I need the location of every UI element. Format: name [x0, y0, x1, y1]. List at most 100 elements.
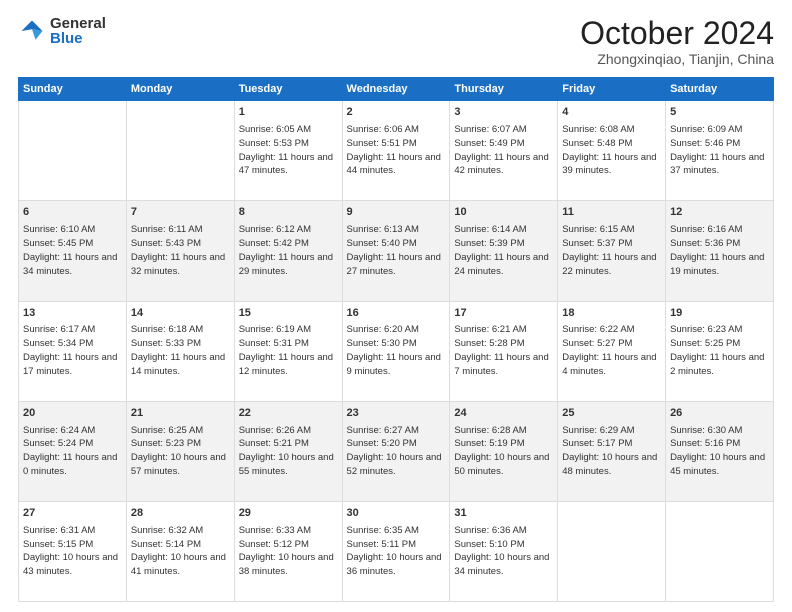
logo-general: General [50, 16, 106, 31]
day-number: 16 [347, 306, 446, 322]
day-info: Daylight: 11 hours and 44 minutes. [347, 151, 446, 179]
day-info: Sunrise: 6:23 AM [670, 323, 769, 337]
day-info: Sunset: 5:49 PM [454, 137, 553, 151]
calendar-cell: 8Sunrise: 6:12 AMSunset: 5:42 PMDaylight… [234, 201, 342, 301]
calendar-cell: 3Sunrise: 6:07 AMSunset: 5:49 PMDaylight… [450, 101, 558, 201]
day-info: Sunset: 5:34 PM [23, 337, 122, 351]
day-number: 30 [347, 506, 446, 522]
logo: General Blue [18, 16, 106, 46]
day-number: 17 [454, 306, 553, 322]
calendar-cell: 21Sunrise: 6:25 AMSunset: 5:23 PMDayligh… [126, 401, 234, 501]
calendar-cell: 19Sunrise: 6:23 AMSunset: 5:25 PMDayligh… [666, 301, 774, 401]
day-number: 8 [239, 205, 338, 221]
day-info: Sunrise: 6:30 AM [670, 424, 769, 438]
day-info: Sunset: 5:42 PM [239, 237, 338, 251]
day-info: Sunrise: 6:10 AM [23, 223, 122, 237]
calendar-table: SundayMondayTuesdayWednesdayThursdayFrid… [18, 77, 774, 602]
day-info: Sunset: 5:36 PM [670, 237, 769, 251]
day-number: 1 [239, 105, 338, 121]
day-info: Sunrise: 6:36 AM [454, 524, 553, 538]
day-info: Sunrise: 6:20 AM [347, 323, 446, 337]
weekday-header-sunday: Sunday [19, 78, 127, 101]
day-info: Sunset: 5:10 PM [454, 538, 553, 552]
day-info: Sunrise: 6:15 AM [562, 223, 661, 237]
page: General Blue October 2024 Zhongxinqiao, … [0, 0, 792, 612]
calendar-cell: 22Sunrise: 6:26 AMSunset: 5:21 PMDayligh… [234, 401, 342, 501]
week-row-3: 20Sunrise: 6:24 AMSunset: 5:24 PMDayligh… [19, 401, 774, 501]
day-number: 2 [347, 105, 446, 121]
calendar-cell: 2Sunrise: 6:06 AMSunset: 5:51 PMDaylight… [342, 101, 450, 201]
day-number: 12 [670, 205, 769, 221]
day-info: Sunset: 5:27 PM [562, 337, 661, 351]
day-info: Sunset: 5:16 PM [670, 437, 769, 451]
day-info: Daylight: 11 hours and 0 minutes. [23, 451, 122, 479]
day-info: Sunset: 5:14 PM [131, 538, 230, 552]
day-info: Sunrise: 6:26 AM [239, 424, 338, 438]
calendar-cell [666, 501, 774, 601]
day-number: 22 [239, 406, 338, 422]
day-info: Daylight: 10 hours and 41 minutes. [131, 551, 230, 579]
day-info: Sunrise: 6:08 AM [562, 123, 661, 137]
day-info: Daylight: 11 hours and 12 minutes. [239, 351, 338, 379]
day-info: Daylight: 11 hours and 39 minutes. [562, 151, 661, 179]
day-info: Sunrise: 6:19 AM [239, 323, 338, 337]
day-info: Sunrise: 6:18 AM [131, 323, 230, 337]
day-number: 7 [131, 205, 230, 221]
day-info: Daylight: 10 hours and 57 minutes. [131, 451, 230, 479]
day-number: 13 [23, 306, 122, 322]
weekday-header-saturday: Saturday [666, 78, 774, 101]
calendar-header: SundayMondayTuesdayWednesdayThursdayFrid… [19, 78, 774, 101]
day-info: Sunrise: 6:21 AM [454, 323, 553, 337]
day-number: 27 [23, 506, 122, 522]
day-info: Daylight: 10 hours and 38 minutes. [239, 551, 338, 579]
calendar-cell: 28 Sunrise: 6:32 AMSunset: 5:14 PMDayligh… [126, 501, 234, 601]
day-info: Sunrise: 6:29 AM [562, 424, 661, 438]
calendar-cell: 18Sunrise: 6:22 AMSunset: 5:27 PMDayligh… [558, 301, 666, 401]
day-info: Sunset: 5:24 PM [23, 437, 122, 451]
day-number: 15 [239, 306, 338, 322]
day-info: Daylight: 11 hours and 47 minutes. [239, 151, 338, 179]
day-info: Sunset: 5:25 PM [670, 337, 769, 351]
day-info: Sunrise: 6:14 AM [454, 223, 553, 237]
day-info: Sunrise: 6:33 AM [239, 524, 338, 538]
day-info: Sunset: 5:12 PM [239, 538, 338, 552]
day-number: 6 [23, 205, 122, 221]
day-number: 29 [239, 506, 338, 522]
calendar-cell: 23Sunrise: 6:27 AMSunset: 5:20 PMDayligh… [342, 401, 450, 501]
calendar-body: 1Sunrise: 6:05 AMSunset: 5:53 PMDaylight… [19, 101, 774, 602]
day-info: Sunset: 5:23 PM [131, 437, 230, 451]
weekday-row: SundayMondayTuesdayWednesdayThursdayFrid… [19, 78, 774, 101]
logo-text: General Blue [50, 16, 106, 46]
day-info: Sunset: 5:11 PM [347, 538, 446, 552]
day-info: Sunset: 5:37 PM [562, 237, 661, 251]
day-info: Sunset: 5:19 PM [454, 437, 553, 451]
day-number: 11 [562, 205, 661, 221]
day-number: 20 [23, 406, 122, 422]
title-block: October 2024 Zhongxinqiao, Tianjin, Chin… [580, 16, 774, 67]
day-number: 14 [131, 306, 230, 322]
day-info: Daylight: 11 hours and 14 minutes. [131, 351, 230, 379]
day-info: Daylight: 11 hours and 29 minutes. [239, 251, 338, 279]
day-info: Sunrise: 6:11 AM [131, 223, 230, 237]
calendar-cell: 11Sunrise: 6:15 AMSunset: 5:37 PMDayligh… [558, 201, 666, 301]
day-info: Sunset: 5:46 PM [670, 137, 769, 151]
calendar-cell: 9Sunrise: 6:13 AMSunset: 5:40 PMDaylight… [342, 201, 450, 301]
day-info: Sunrise: 6:32 AM [131, 524, 230, 538]
day-info: Sunset: 5:33 PM [131, 337, 230, 351]
day-number: 28 [131, 506, 230, 522]
week-row-2: 13Sunrise: 6:17 AMSunset: 5:34 PMDayligh… [19, 301, 774, 401]
calendar-cell: 15Sunrise: 6:19 AMSunset: 5:31 PMDayligh… [234, 301, 342, 401]
day-number: 19 [670, 306, 769, 322]
day-number: 5 [670, 105, 769, 121]
day-info: Sunrise: 6:05 AM [239, 123, 338, 137]
day-info: Sunset: 5:21 PM [239, 437, 338, 451]
calendar-cell: 29 Sunrise: 6:33 AMSunset: 5:12 PMDayligh… [234, 501, 342, 601]
month-title: October 2024 [580, 16, 774, 51]
calendar-cell [126, 101, 234, 201]
day-info: Daylight: 11 hours and 24 minutes. [454, 251, 553, 279]
day-info: Sunset: 5:28 PM [454, 337, 553, 351]
calendar-cell: 7Sunrise: 6:11 AMSunset: 5:43 PMDaylight… [126, 201, 234, 301]
day-info: Daylight: 10 hours and 48 minutes. [562, 451, 661, 479]
day-info: Sunset: 5:15 PM [23, 538, 122, 552]
calendar-cell: 17Sunrise: 6:21 AMSunset: 5:28 PMDayligh… [450, 301, 558, 401]
